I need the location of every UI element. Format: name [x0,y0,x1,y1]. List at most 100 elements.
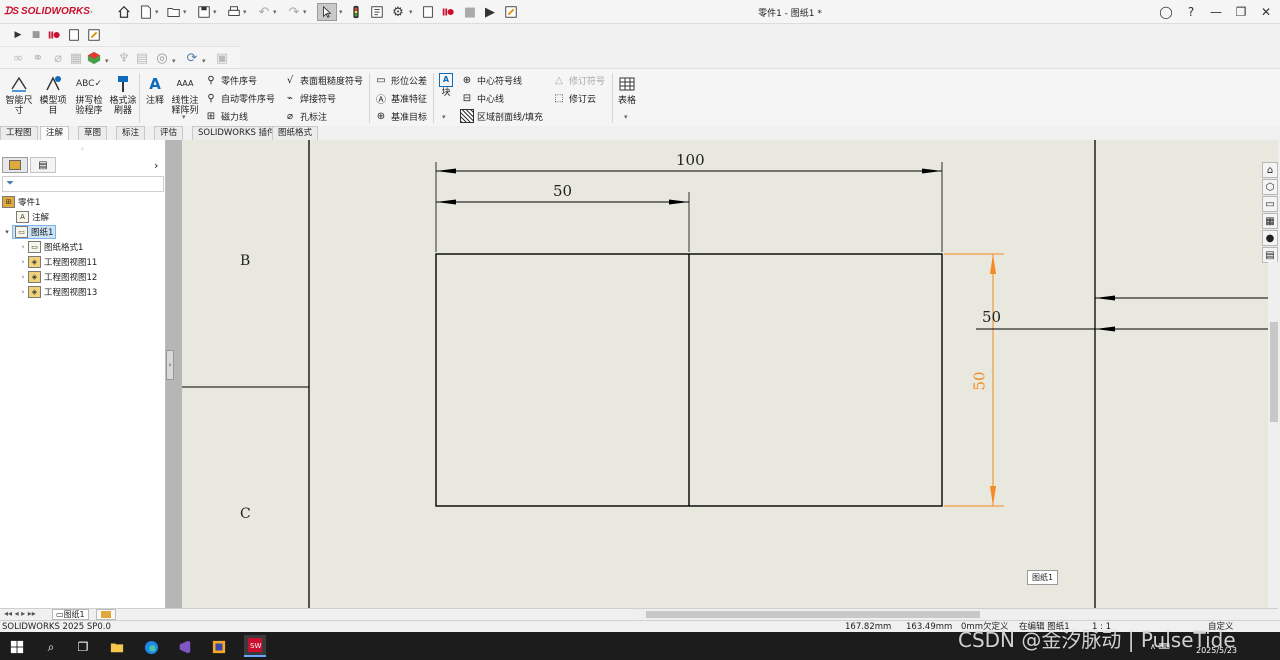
tree-item-sheet1[interactable]: ▾ ▭ 图纸1 [2,224,57,239]
home-icon[interactable]: ⌂ [1262,162,1278,178]
file-explorer-icon[interactable]: ▭ [1262,196,1278,212]
print-icon[interactable] [226,4,242,20]
expand-arrow-icon[interactable]: ▾ [2,228,12,236]
tree-root[interactable]: ⊞ 零件1 [2,194,40,209]
chevron-right-icon[interactable]: › [90,8,93,16]
chevron-down-icon[interactable]: ▾ [339,8,343,16]
sheet-tab-1[interactable]: ▭图纸1 [52,609,89,620]
file-explorer-icon[interactable] [108,638,126,656]
chevron-down-icon[interactable]: ▾ [182,113,186,121]
chevron-down-icon[interactable]: ▾ [202,57,206,65]
gear-icon[interactable]: ⚙ [390,4,406,20]
restore-button[interactable]: ❐ [1232,3,1250,21]
center-mark-button[interactable]: ⊕ 中心符号线 [460,72,522,88]
edit-macro-icon[interactable] [86,27,102,43]
chevron-right-icon[interactable]: › [154,159,158,172]
visual-studio-icon[interactable] [176,638,194,656]
app-icon[interactable] [210,638,228,656]
traffic-light-icon[interactable] [348,4,364,20]
expand-arrow-icon[interactable]: › [18,273,28,281]
account-icon[interactable]: ◯ [1157,3,1175,21]
dimension-text-100[interactable]: 100 [676,151,705,169]
expand-arrow-icon[interactable]: › [18,258,28,266]
new-document-icon[interactable] [138,4,154,20]
panel-grip-icon[interactable]: ◦ [80,145,85,154]
drawing-canvas[interactable]: ⌕ ⊡ ⌕ ✎ ⟳ ▧ ▣ ▾ 👁 ▾ ◍ [182,140,1278,608]
chevron-down-icon[interactable]: ▾ [243,8,247,16]
clip-icon[interactable]: ⌀ [50,50,66,66]
chevron-down-icon[interactable]: ▾ [213,8,217,16]
auto-balloon-button[interactable]: ⚲ 自动零件序号 [204,90,275,106]
home-icon[interactable] [116,4,132,20]
expand-arrow-icon[interactable]: › [18,288,28,296]
note-button[interactable]: A 注释 [142,73,168,123]
solidworks-logo[interactable]: ᗪS SOLIDWORKS [4,6,90,17]
close-view-icon[interactable]: ✕ [1252,140,1260,141]
tab-scroll-icon[interactable]: ◂◂ ◂ ▸ ▸▸ [4,609,36,618]
horizontal-scrollbar[interactable] [632,608,1278,620]
panel-control-icon[interactable]: ⊏ [1178,140,1186,141]
model-items-button[interactable]: 模型项目 [36,73,70,123]
open-folder-icon[interactable] [166,4,182,20]
windows-start-icon[interactable] [8,638,26,656]
property-manager-tab[interactable]: ▤ [30,157,56,173]
tab-evaluate[interactable]: 评估 [154,126,184,140]
tab-markup[interactable]: 标注 [116,126,146,140]
macro-file-icon[interactable] [420,4,436,20]
datum-target-button[interactable]: ⊕ 基准目标 [374,108,427,124]
panel-control-icon[interactable]: ⊐ [1198,140,1206,141]
sheet-icon[interactable]: ▤ [134,50,150,66]
record-icon[interactable] [440,4,456,20]
chevron-down-icon[interactable]: ▾ [303,8,307,16]
link-icon[interactable]: ∞ [10,50,26,66]
select-pointer-icon[interactable] [317,3,337,21]
area-hatch-button[interactable]: 区域剖面线/填充 [460,108,543,124]
3d-content-icon[interactable]: ⬡ [1262,179,1278,195]
close-button[interactable]: ✕ [1257,3,1275,21]
chevron-down-icon[interactable]: ▾ [409,8,413,16]
display-style-icon[interactable]: ◎ [154,50,170,66]
smart-dimension-button[interactable]: 智能尺寸 [2,73,36,123]
search-icon[interactable]: ⌕ [42,638,60,656]
tab-annotation[interactable]: 注解 [40,126,70,140]
record-icon[interactable] [46,27,62,43]
weld-symbol-button[interactable]: ⌁ 焊接符号 [283,90,336,106]
feature-tree-tab[interactable] [2,157,28,173]
redo-icon[interactable]: ↷ [286,4,302,20]
spell-check-button[interactable]: ABC✓ 拼写检验程序 [72,73,106,123]
balloon-button[interactable]: ⚲ 零件序号 [204,72,257,88]
light-icon[interactable]: ♆ [116,50,132,66]
scroll-thumb[interactable] [646,611,980,618]
rotate-icon[interactable]: ⟳ [184,50,200,66]
tree-item-annotations[interactable]: A 注解 [16,209,49,224]
chevron-down-icon[interactable]: ▾ [624,113,628,121]
revision-symbol-button[interactable]: △ 修订符号 [552,72,605,88]
datum-feature-button[interactable]: Ⓐ 基准特征 [374,90,427,106]
undo-icon[interactable]: ↶ [256,4,272,20]
chain-icon[interactable]: ⚭ [30,50,46,66]
collapse-handle-icon[interactable]: › [166,350,174,380]
expand-arrow-icon[interactable]: › [18,243,28,251]
appearance-icon[interactable]: ● [1262,230,1278,246]
vertical-scrollbar[interactable] [1268,262,1280,608]
chevron-down-icon[interactable]: ▾ [183,8,187,16]
file-properties-icon[interactable] [369,4,385,20]
stop-icon[interactable]: ■ [28,27,44,43]
view-icon[interactable]: ▣ [214,50,230,66]
custom-properties-icon[interactable]: ▤ [1262,247,1278,263]
magnetic-line-button[interactable]: ⊞ 磁力线 [204,108,248,124]
hole-callout-button[interactable]: ⌀ 孔标注 [283,108,327,124]
tab-sheet-format[interactable]: 图纸格式 [272,126,319,140]
tree-item-view11[interactable]: › ◈ 工程图视图11 [18,254,97,269]
panel-splitter[interactable]: › [166,140,182,608]
surface-finish-button[interactable]: √ 表面粗糙度符号 [283,72,363,88]
revision-cloud-button[interactable]: ⬚ 修订云 [552,90,596,106]
appearance-icon[interactable] [86,50,102,66]
edit-macro-icon[interactable] [503,4,519,20]
chevron-down-icon[interactable]: ▾ [273,8,277,16]
dimension-text-50-vertical[interactable]: 50 [971,371,989,390]
macro-file-icon[interactable] [66,27,82,43]
tree-item-view13[interactable]: › ◈ 工程图视图13 [18,284,97,299]
filter-box[interactable]: ⏷ [2,176,164,192]
chevron-down-icon[interactable]: ▾ [155,8,159,16]
